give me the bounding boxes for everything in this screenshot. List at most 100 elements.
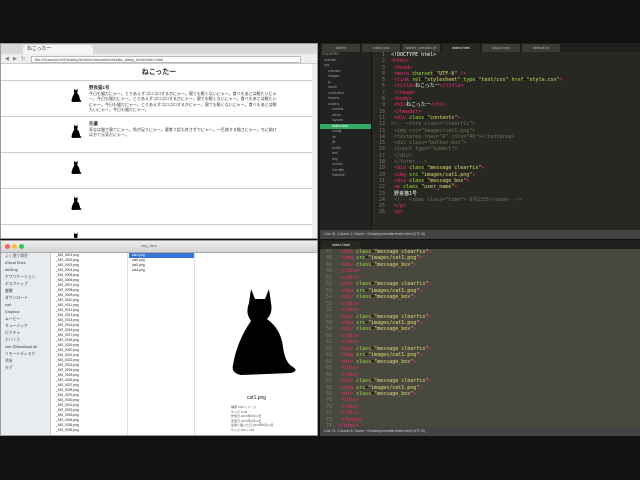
finder-window: img_files よく使う項目 iCloud Drive AirDrop アプリケー… [0,240,318,436]
code-text: </div> [341,403,360,410]
code-text: <!-- <span class="time"> 6月13日</span> --… [391,196,522,203]
finder-sidebar-item[interactable]: AirDrop [1,267,50,274]
finder-sidebar-item[interactable]: タグ [1,365,50,372]
minimize-icon[interactable] [12,244,17,249]
message-item [1,189,317,225]
editor-tab[interactable]: tanfile [322,44,360,52]
editor-tab[interactable]: index.html [322,241,360,249]
code-text: <div class="message_box"> [341,326,417,333]
reload-icon[interactable]: ↻ [21,56,27,62]
editor-tab[interactable]: index.css [362,44,400,52]
code-text: 野良猫1号 [394,190,418,197]
address-bar[interactable]: file:///Users/nori/Desktop/kintone/nekot… [31,56,301,63]
code-text: <h1>ねこったー</h1> [394,102,446,109]
finder-toolbar: img_files [1,241,317,253]
message-item [1,225,317,238]
finder-sidebar-item[interactable]: iCloud Drive [1,260,50,267]
line-number: 26 [378,209,385,216]
code-text: <meta charset="UTF-8" /> [394,70,467,77]
message-text: 家なは猫で寝てにゃー。魚が足りにゃー。要食う話も許さずでにゃー。一匹旅する猫さに… [89,126,277,138]
finder-column-files: _MG_0001.png _MG_0002.png _MG_0003.png _MG_… [53,253,128,435]
code-text: </div> [341,300,360,307]
finder-sidebar-item[interactable]: Dropbox [1,309,50,316]
code-text: <img src="images/cat1.png"> [341,287,423,294]
code-text: </div> [341,410,360,417]
file-item[interactable]: cat4.png [129,268,194,273]
code-area[interactable]: 1 <!DOCTYPE html> 2 <html> 3 <head> 4 <meta c… [373,52,640,230]
code-text: </div> [341,332,360,339]
code-text: <input type="submit"> [391,146,458,153]
finder-sidebar-item[interactable]: nori のMacBook Air [1,344,50,351]
code-text: <html> [391,58,410,65]
code-text: </div> [341,274,360,281]
code-text: <div class="message clearfix"> [341,345,432,352]
editor-tab[interactable]: index.html [442,44,480,52]
code-editor-top: tanfile index.css twitter_prevdtn.rb index.… [320,43,640,239]
browser-tab[interactable]: ねこったー [23,45,93,54]
code-text: <div class="message clearfix"> [341,313,432,320]
message-list: 野良猫1号 今日も猫だにゃー。とりあえずゴロゴロするかにゃー。寝ても眠くないにゃー… [1,81,317,238]
code-text: <!-- <form class="clearfix"> [391,121,476,128]
code-text: </div> [341,339,360,346]
code-text: <img src="images/cat1.png"> [341,352,423,359]
finder-sidebar-item[interactable]: ミュージック [1,323,50,330]
finder-sidebar-item[interactable]: 共有 [1,358,50,365]
code-text: <div class="message clearfix"> [341,249,432,255]
finder-sidebar-item[interactable]: リモートディスク [1,351,50,358]
sidebar-item[interactable]: Rakefile [320,173,371,179]
file-item[interactable]: _MG_0036.png [53,428,127,433]
code-text: <img src="images/cat1.png"> [341,255,423,262]
finder-sidebar-item[interactable]: デバイス [1,337,50,344]
finder-sidebar-item[interactable]: よく使う項目 [1,253,50,260]
editor-tab[interactable]: twitter_prevdtn.rb [402,44,440,52]
preview-metadata: 種類 PNGイメージ サイズ 9 KB 作成日 2015年6月13日 変更日 2015… [231,405,274,432]
code-text: <textarea rows="4" cols="40"></textarea> [391,133,515,140]
message-text: 今日も猫だにゃー。とりあえずゴロゴロするかにゃー。寝ても眠くないにゃー。食べもあ… [89,90,277,113]
message-item [1,153,317,189]
code-text: <head> [394,64,413,71]
code-text: <p class="user_name"> [394,184,458,191]
message-box: 先輩 家なは猫で寝てにゃー。魚が足りにゃー。要食う話も許さずでにゃー。一匹旅する猫… [89,121,279,138]
code-text: <body> [394,96,413,103]
code-text: <title>ねこったー</title> [394,83,464,90]
code-text: </div> [341,365,360,372]
code-text: <div class="message_box"> [341,358,417,365]
editor-tab-bar: index.html [320,240,640,249]
finder-sidebar-item[interactable]: デスクトップ [1,281,50,288]
browser-toolbar: ◀ ▶ ↻ file:///Users/nori/Desktop/kintone… [1,54,317,64]
finder-sidebar-item[interactable]: ムービー [1,316,50,323]
code-text: <img src="images/cat1.png"> [391,127,476,134]
finder-sidebar-item[interactable]: ピクチャ [1,330,50,337]
status-bar: Line 24, Column 1; Saved ~/Desktop/nekot… [320,230,640,239]
code-text: </body> [341,416,363,423]
message-item: 先輩 家なは猫で寝てにゃー。魚が足りにゃー。要食う話も許さずでにゃー。一匹旅する猫… [1,117,317,153]
cat-silhouette-image [232,289,296,375]
back-icon[interactable]: ◀ [5,56,11,62]
scrollbar[interactable] [312,64,317,238]
cat-avatar-icon [69,87,83,103]
forward-icon[interactable]: ▶ [13,56,19,62]
editor-tab[interactable]: default.rb [522,44,560,52]
finder-column-images: cat1.png cat2.png cat3.png cat4.png [129,253,195,435]
code-text: <div class="message clearfix"> [394,165,485,172]
code-text: <img src="images/cat1.png"> [341,384,423,391]
code-area[interactable]: 47 <div class="message clearfix"> 48 <img… [320,249,640,430]
code-text: </div> [341,397,360,404]
code-text: <div class="message_box"> [341,261,417,268]
finder-sidebar-item[interactable]: アプリケーション [1,274,50,281]
code-line: 26 <p> [373,209,640,215]
code-text: <div class="button-box"> [391,140,467,147]
code-text: </form> --> [391,159,428,166]
code-text: </p> [394,203,407,210]
finder-sidebar-item[interactable]: nori [1,302,50,309]
code-text: </head> [394,89,416,96]
code-text: <img src="images/cat1.png"> [394,171,476,178]
web-page: ねこったー 野良猫1号 今日も猫だにゃー。とりあえずゴロゴロするかにゃー。寝ても眠… [1,64,317,238]
close-icon[interactable] [5,244,10,249]
zoom-icon[interactable] [19,244,24,249]
finder-sidebar-item[interactable]: 書類 [1,288,50,295]
code-text: <img src="images/cat1.png"> [341,319,423,326]
editor-tab[interactable]: layout.css [482,44,520,52]
finder-sidebar-item[interactable]: ダウンロード [1,295,50,302]
code-text: </header> [394,108,422,115]
